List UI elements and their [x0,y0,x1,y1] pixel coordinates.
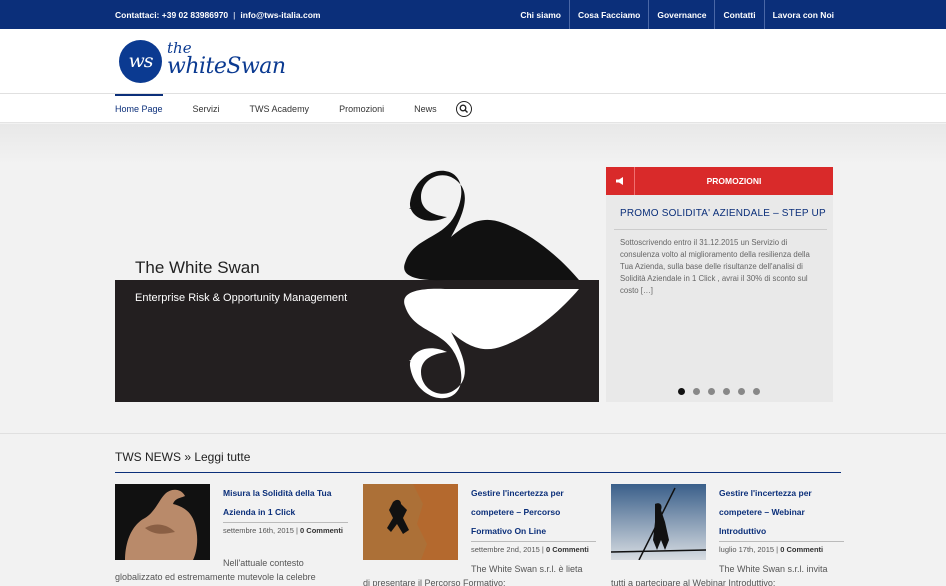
megaphone-icon [606,167,635,195]
top-menu-lavora-con-noi[interactable]: Lavora con Noi [763,0,842,29]
post-thumbnail-tightrope[interactable] [611,484,706,560]
logo-monogram: ws [119,40,162,83]
top-menu-contatti[interactable]: Contatti [714,0,763,29]
contact-separator: | [233,10,236,20]
swan-icon [404,170,579,399]
promo-text: Sottoscrivendo entro il 31.12.2015 un Se… [620,238,810,295]
nav-tws-academy[interactable]: TWS Academy [250,94,310,123]
nav-home-page[interactable]: Home Page [115,94,163,123]
post-thumbnail-muscle[interactable] [115,484,210,560]
post-excerpt-cont: di presentare il Percorso Formativo: [363,578,506,586]
post-meta-separator: | [776,545,779,554]
post-excerpt: The White Swan s.r.l. invita [719,564,828,574]
post-meta: luglio 17th, 2015 | 0 Commenti [719,541,844,556]
post-meta-separator: | [541,545,544,554]
pagination-dot[interactable] [708,388,715,395]
news-heading[interactable]: TWS NEWS » Leggi tutte [115,450,250,464]
promo-header-label: PROMOZIONI [706,176,762,186]
post-meta-separator: | [295,526,298,535]
top-menu-chi-siamo[interactable]: Chi siamo [512,0,569,29]
post-excerpt: The White Swan s.r.l. è lieta [471,564,583,574]
post-comments-link[interactable]: 0 Commenti [780,545,823,554]
contact-phone: Contattaci: +39 02 83986970 [115,10,229,20]
nav-promozioni[interactable]: Promozioni [339,94,384,123]
top-menu-cosa-facciamo[interactable]: Cosa Facciamo [568,0,648,29]
promo-pagination [678,388,768,395]
promo-header[interactable]: PROMOZIONI [606,167,833,195]
site-header: ws the whiteSwan [0,29,946,94]
pagination-dot[interactable] [678,388,685,395]
post-comments-link[interactable]: 0 Commenti [300,526,343,535]
search-icon [459,104,468,113]
post-meta: settembre 2nd, 2015 | 0 Commenti [471,541,596,556]
search-button[interactable] [456,101,472,117]
post-date: settembre 2nd, 2015 [471,545,540,554]
promo-title[interactable]: PROMO SOLIDITA' AZIENDALE – STEP UP [620,208,826,219]
top-menu: Chi siamo Cosa Facciamo Governance Conta… [512,0,842,29]
logo-name: whiteSwan [167,54,286,79]
contact-email[interactable]: info@tws-italia.com [240,10,320,20]
hero-slider[interactable]: The White Swan Enterprise Risk & Opportu… [115,167,599,402]
nav-news[interactable]: News [414,94,437,123]
post-thumbnail-climber[interactable] [363,484,458,560]
pagination-dot[interactable] [753,388,760,395]
post-meta: settembre 16th, 2015 | 0 Commenti [223,522,348,537]
news-divider [115,472,841,473]
pagination-dot[interactable] [723,388,730,395]
slider-title: The White Swan [135,258,260,277]
post-excerpt: Nell'attuale contesto [223,558,304,568]
promo-panel: PROMOZIONI PROMO SOLIDITA' AZIENDALE – S… [606,167,833,402]
promo-divider [614,229,827,230]
pagination-dot[interactable] [738,388,745,395]
top-bar: Contattaci: +39 02 83986970 | info@tws-ita… [0,0,946,29]
slider-subtitle: Enterprise Risk & Opportunity Management [135,292,348,304]
post-comments-link[interactable]: 0 Commenti [546,545,589,554]
site-logo[interactable]: ws the whiteSwan [119,39,309,84]
pagination-dot[interactable] [693,388,700,395]
post-date: luglio 17th, 2015 [719,545,775,554]
post-title[interactable]: Gestire l'incertezza per competere – Web… [719,484,844,541]
post-date: settembre 16th, 2015 [223,526,294,535]
post-title[interactable]: Misura la Solidità della Tua Azienda in … [223,484,348,522]
post-title[interactable]: Gestire l'incertezza per competere – Per… [471,484,596,541]
contact-info: Contattaci: +39 02 83986970 | info@tws-ita… [115,10,320,20]
top-menu-governance[interactable]: Governance [648,0,714,29]
main-nav: Home Page Servizi TWS Academy Promozioni… [0,94,946,123]
post-excerpt-cont: tutti a partecipare al Webinar Introdutt… [611,578,776,586]
nav-servizi[interactable]: Servizi [193,94,220,123]
post-excerpt-cont: globalizzato ed estremamente mutevole la… [115,572,316,582]
